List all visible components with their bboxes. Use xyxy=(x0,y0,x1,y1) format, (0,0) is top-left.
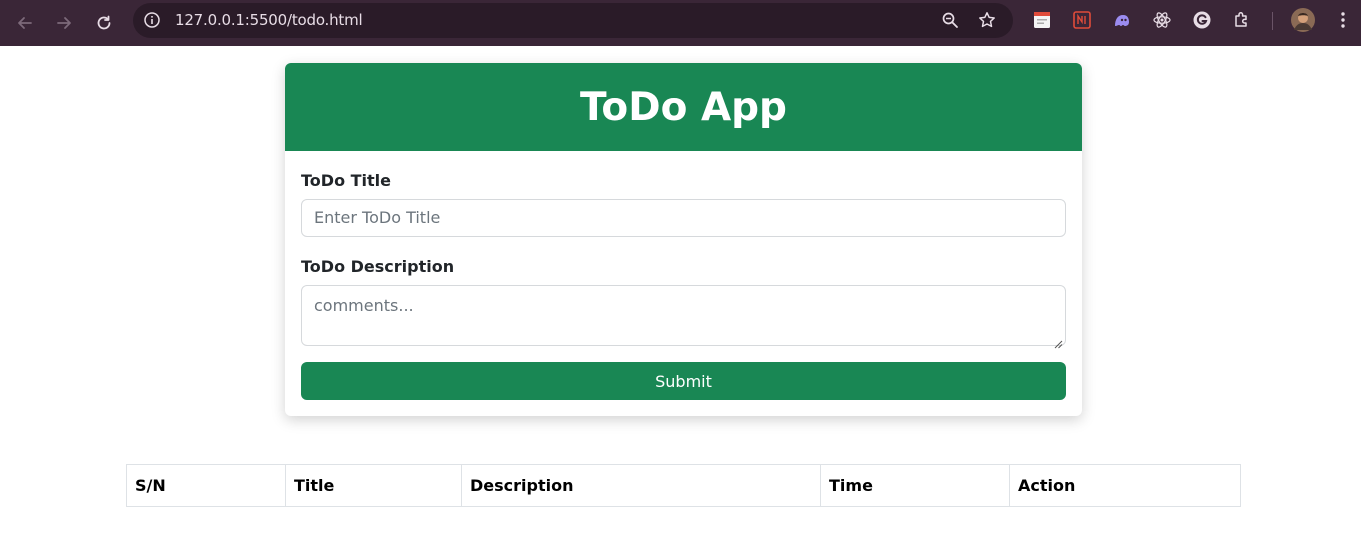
address-bar[interactable]: 127.0.0.1:5500/todo.html xyxy=(133,3,1013,38)
react-devtools-icon[interactable] xyxy=(1152,10,1172,30)
page-title: ToDo App xyxy=(580,84,787,130)
kebab-menu-icon[interactable] xyxy=(1333,10,1353,30)
column-header-description: Description xyxy=(461,464,821,507)
ghost-extension-icon[interactable] xyxy=(1112,10,1132,30)
card-header: ToDo App xyxy=(285,63,1082,151)
table-header-row: S/N Title Description Time Action xyxy=(126,464,1241,507)
column-header-time: Time xyxy=(820,464,1010,507)
toolbar-divider xyxy=(1272,12,1273,30)
browser-toolbar: 127.0.0.1:5500/todo.html xyxy=(0,0,1361,46)
puzzle-icon[interactable] xyxy=(1232,10,1252,30)
zoom-icon[interactable] xyxy=(941,11,959,29)
resize-grip-icon[interactable] xyxy=(1054,334,1063,349)
forward-arrow-icon[interactable] xyxy=(50,9,78,37)
notes-extension-icon[interactable] xyxy=(1072,10,1092,30)
todo-description-placeholder: comments... xyxy=(314,296,414,315)
star-icon[interactable] xyxy=(978,11,996,29)
column-header-title: Title xyxy=(285,464,462,507)
todo-form-card: ToDo App ToDo Title Enter ToDo Title ToD… xyxy=(285,63,1082,416)
calendar-extension-icon[interactable] xyxy=(1032,10,1052,30)
todo-table: S/N Title Description Time Action xyxy=(126,464,1241,507)
url-text[interactable]: 127.0.0.1:5500/todo.html xyxy=(175,11,363,29)
todo-description-textarea[interactable]: comments... xyxy=(301,285,1066,349)
todo-title-input[interactable]: Enter ToDo Title xyxy=(301,199,1066,237)
back-arrow-icon[interactable] xyxy=(11,9,39,37)
column-header-action: Action xyxy=(1009,464,1241,507)
avatar[interactable] xyxy=(1291,8,1315,32)
site-info-icon[interactable] xyxy=(143,11,161,29)
todo-title-label: ToDo Title xyxy=(301,171,392,190)
reload-icon[interactable] xyxy=(90,9,118,37)
todo-description-label: ToDo Description xyxy=(301,257,455,276)
grammarly-icon[interactable] xyxy=(1192,10,1212,30)
column-header-sn: S/N xyxy=(126,464,286,507)
submit-button[interactable]: Submit xyxy=(301,362,1066,400)
